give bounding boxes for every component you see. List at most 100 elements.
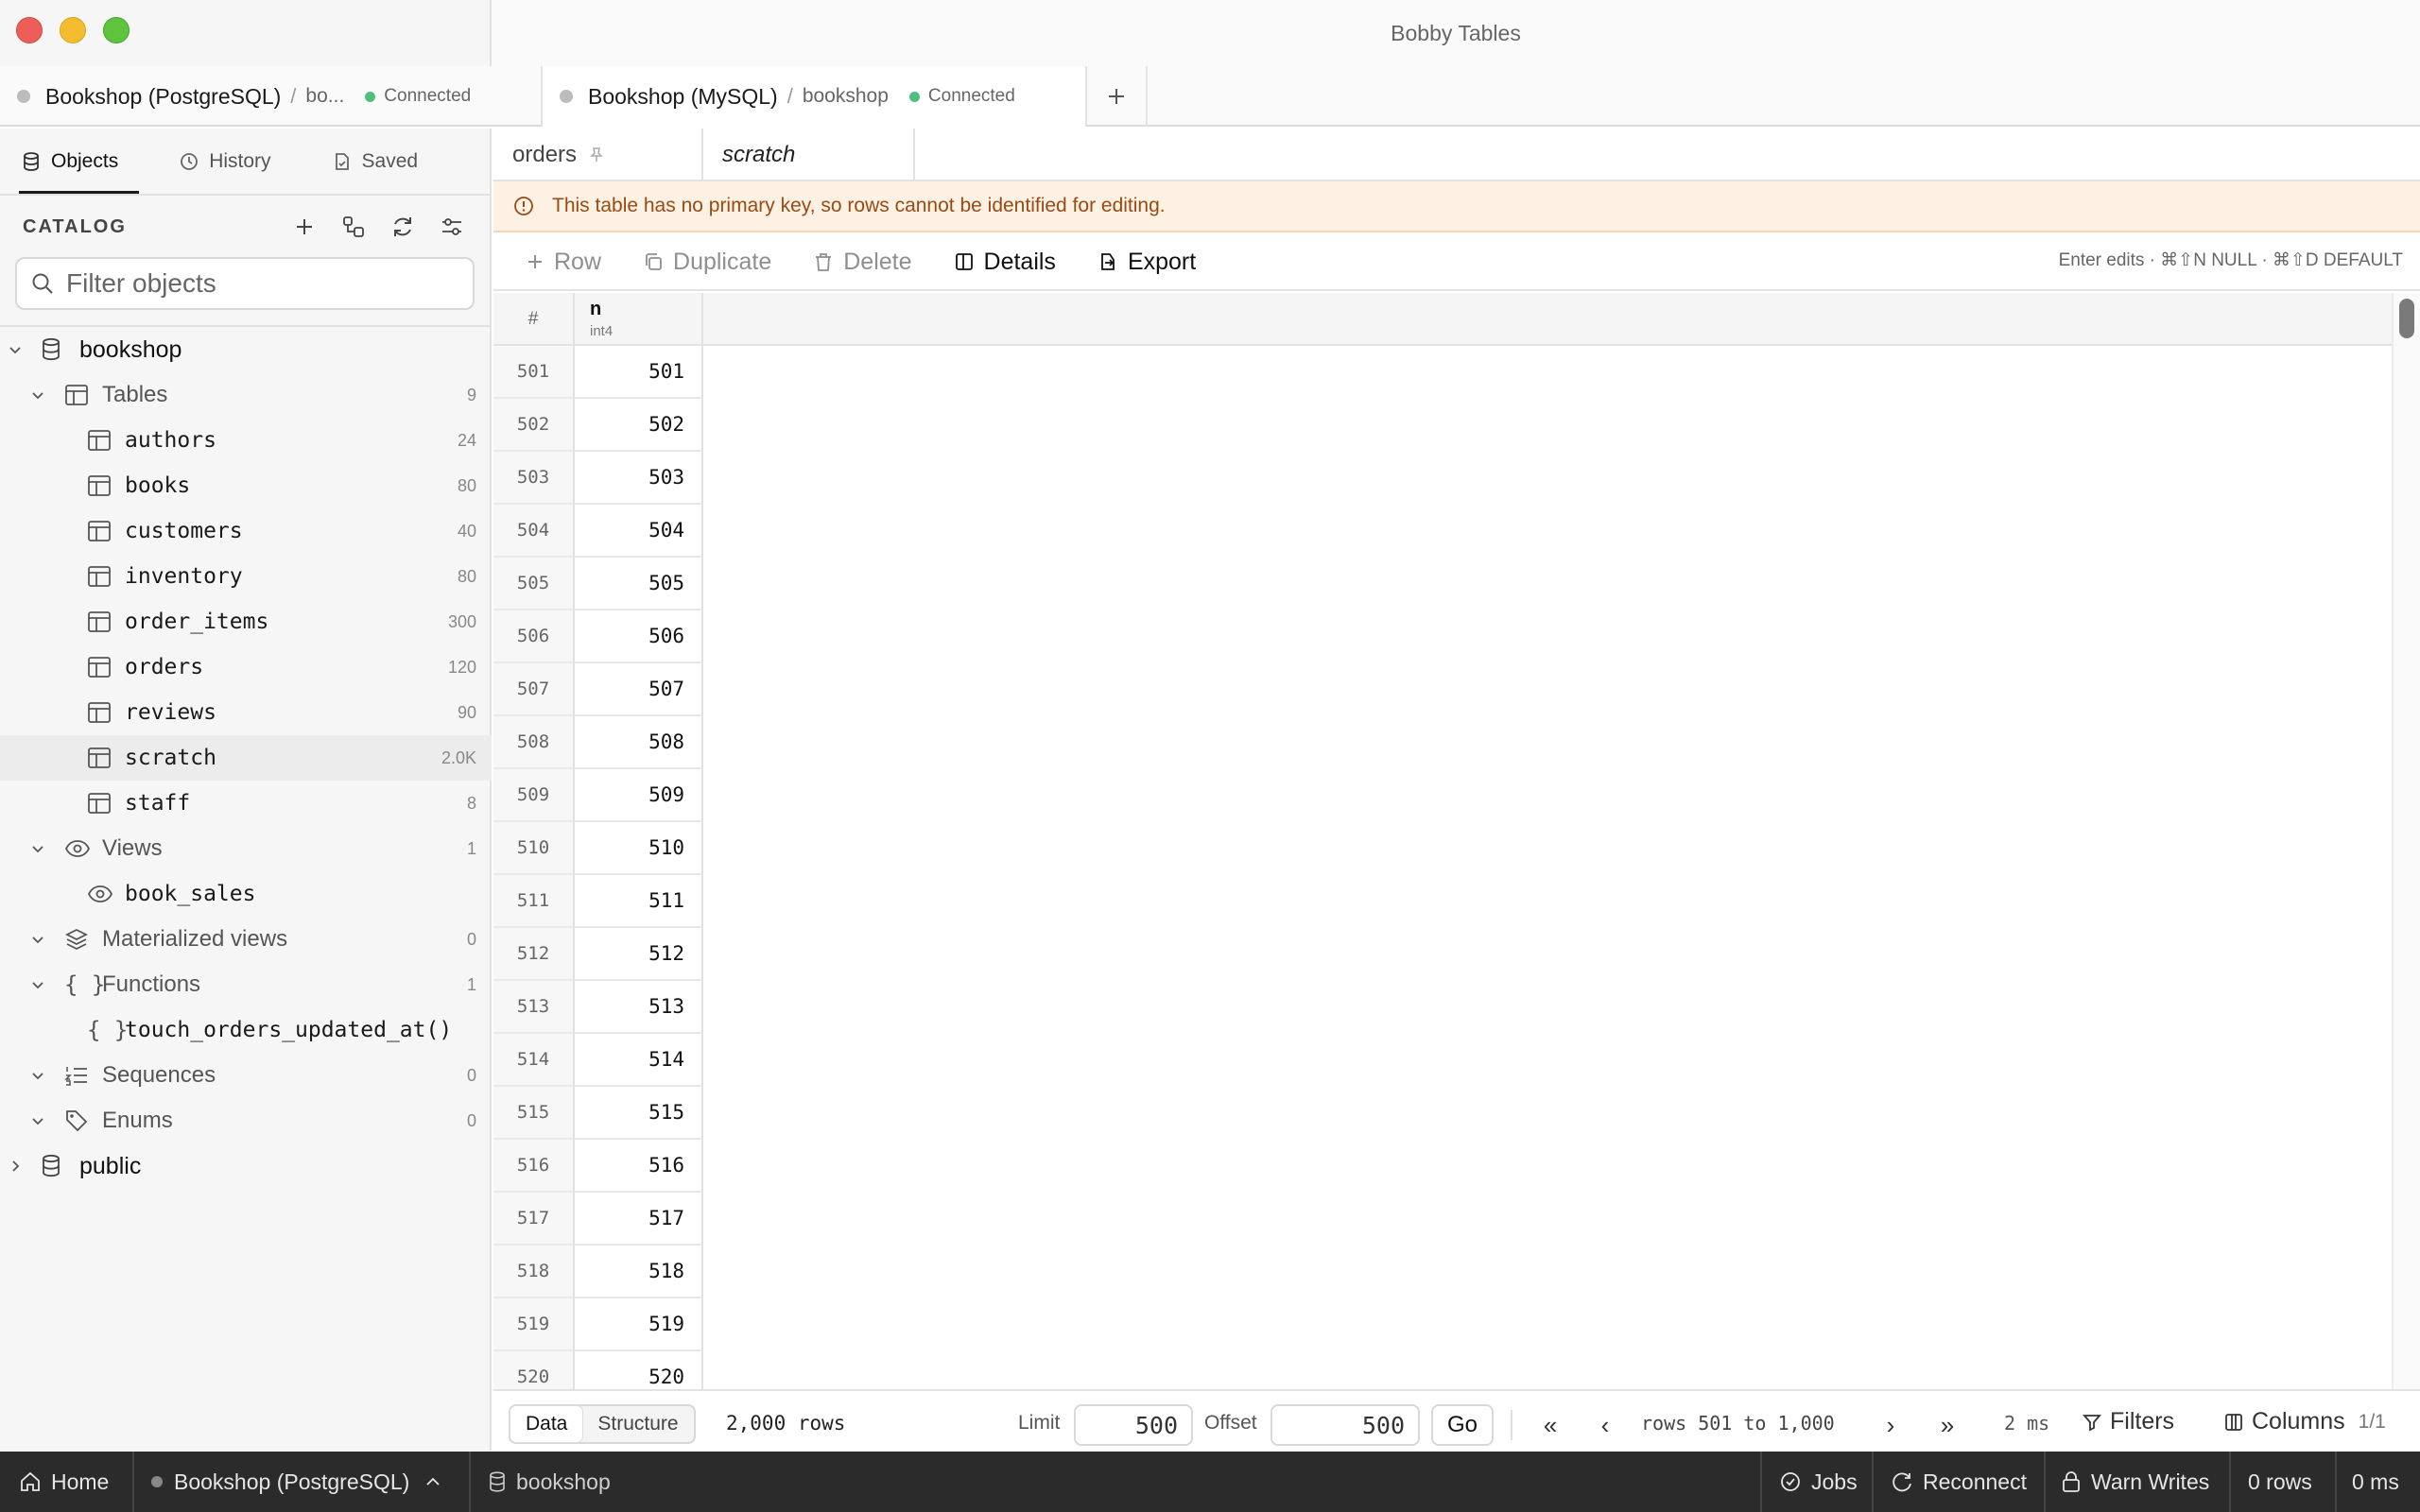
table-row[interactable]: 519 519	[493, 1298, 2392, 1351]
catalog-settings-button[interactable]	[427, 215, 476, 239]
database-indicator[interactable]: bookshop	[488, 1452, 611, 1512]
table-row[interactable]: 520 520	[493, 1351, 2392, 1389]
table-row[interactable]: 517 517	[493, 1193, 2392, 1246]
tree-database-bookshop[interactable]: bookshop	[0, 327, 492, 372]
cell-n[interactable]: 511	[575, 875, 703, 928]
schema-diagram-button[interactable]	[329, 215, 378, 239]
chevron-down-icon[interactable]	[28, 932, 47, 947]
tree-group-enums[interactable]: Enums 0	[0, 1098, 492, 1143]
table-row[interactable]: 512 512	[493, 928, 2392, 981]
tab-saved[interactable]: Saved	[311, 129, 440, 195]
table-row[interactable]: 503 503	[493, 452, 2392, 505]
chevron-down-icon[interactable]	[28, 1113, 47, 1128]
filter-field[interactable]	[15, 257, 475, 310]
chevron-down-icon[interactable]	[28, 1068, 47, 1083]
reconnect-button[interactable]: Reconnect	[1891, 1452, 2027, 1512]
table-row[interactable]: 501 501	[493, 346, 2392, 399]
connection-tab-mysql[interactable]: Bookshop (MySQL) / bookshop Connected	[543, 66, 1087, 127]
table-row[interactable]: 516 516	[493, 1140, 2392, 1193]
pin-icon[interactable]	[588, 146, 605, 163]
chevron-down-icon[interactable]	[28, 841, 47, 856]
tree-function-touch-orders[interactable]: { } touch_orders_updated_at()	[0, 1007, 492, 1053]
cell-n[interactable]: 509	[575, 769, 703, 822]
table-row[interactable]: 518 518	[493, 1246, 2392, 1298]
query-tab-orders[interactable]: orders	[493, 129, 703, 181]
chevron-right-icon[interactable]	[6, 1159, 25, 1174]
cell-n[interactable]: 515	[575, 1087, 703, 1140]
cell-n[interactable]: 519	[575, 1298, 703, 1351]
tree-table-order-items[interactable]: order_items 300	[0, 599, 492, 644]
table-row[interactable]: 511 511	[493, 875, 2392, 928]
close-window-button[interactable]	[16, 17, 43, 43]
last-page-button[interactable]: »	[1930, 1408, 1964, 1442]
cell-n[interactable]: 520	[575, 1351, 703, 1389]
table-row[interactable]: 510 510	[493, 822, 2392, 875]
cell-n[interactable]: 507	[575, 663, 703, 716]
cell-n[interactable]: 508	[575, 716, 703, 769]
delete-button[interactable]: Delete	[813, 249, 912, 276]
table-row[interactable]: 509 509	[493, 769, 2392, 822]
tree-table-authors[interactable]: authors 24	[0, 418, 492, 463]
tree-table-reviews[interactable]: reviews 90	[0, 690, 492, 735]
refresh-button[interactable]	[378, 215, 427, 239]
new-connection-tab-button[interactable]	[1087, 66, 1148, 127]
structure-view-button[interactable]: Structure	[582, 1406, 693, 1442]
tree-view-book-sales[interactable]: book_sales	[0, 871, 492, 917]
chevron-down-icon[interactable]	[6, 342, 25, 357]
connection-switcher[interactable]: Bookshop (PostgreSQL)	[151, 1452, 451, 1512]
go-button[interactable]: Go	[1431, 1404, 1494, 1446]
warn-writes-toggle[interactable]: Warn Writes	[2061, 1452, 2209, 1512]
grid-scrollbar[interactable]	[2392, 293, 2420, 1389]
maximize-window-button[interactable]	[103, 17, 130, 43]
tree-group-tables[interactable]: Tables 9	[0, 372, 492, 418]
tree-table-staff[interactable]: staff 8	[0, 781, 492, 826]
minimize-window-button[interactable]	[60, 17, 86, 43]
query-tab-scratch[interactable]: scratch	[703, 129, 915, 181]
cell-n[interactable]: 516	[575, 1140, 703, 1193]
tree-group-functions[interactable]: { } Functions 1	[0, 962, 492, 1007]
cell-n[interactable]: 505	[575, 558, 703, 610]
tree-table-scratch[interactable]: scratch 2.0K	[0, 735, 492, 781]
tree-table-books[interactable]: books 80	[0, 463, 492, 508]
cell-n[interactable]: 504	[575, 505, 703, 558]
export-button[interactable]: Export	[1098, 249, 1196, 276]
tab-history[interactable]: History	[158, 129, 291, 195]
prev-page-button[interactable]: ‹	[1588, 1408, 1622, 1442]
table-row[interactable]: 502 502	[493, 399, 2392, 452]
tab-objects[interactable]: Objects	[0, 129, 140, 195]
tree-database-public[interactable]: public	[0, 1143, 492, 1189]
cell-n[interactable]: 513	[575, 981, 703, 1034]
data-view-button[interactable]: Data	[510, 1406, 583, 1442]
cell-n[interactable]: 503	[575, 452, 703, 505]
filters-button[interactable]: Filters	[2082, 1408, 2174, 1435]
tree-table-inventory[interactable]: inventory 80	[0, 554, 492, 599]
tree-group-views[interactable]: Views 1	[0, 826, 492, 871]
table-row[interactable]: 506 506	[493, 610, 2392, 663]
add-row-button[interactable]: Row	[526, 249, 601, 276]
columns-button[interactable]: Columns 1/1	[2223, 1408, 2386, 1435]
table-row[interactable]: 515 515	[493, 1087, 2392, 1140]
cell-n[interactable]: 517	[575, 1193, 703, 1246]
first-page-button[interactable]: «	[1533, 1408, 1567, 1442]
connection-tab-postgresql[interactable]: Bookshop (PostgreSQL) / bo... Connected	[0, 66, 543, 129]
table-row[interactable]: 507 507	[493, 663, 2392, 716]
table-row[interactable]: 504 504	[493, 505, 2392, 558]
cell-n[interactable]: 502	[575, 399, 703, 452]
home-button[interactable]: Home	[19, 1452, 109, 1512]
cell-n[interactable]: 512	[575, 928, 703, 981]
tree-group-sequences[interactable]: Sequences 0	[0, 1053, 492, 1098]
table-row[interactable]: 514 514	[493, 1034, 2392, 1087]
table-row[interactable]: 513 513	[493, 981, 2392, 1034]
offset-input[interactable]	[1270, 1404, 1420, 1446]
chevron-down-icon[interactable]	[28, 977, 47, 992]
jobs-button[interactable]: Jobs	[1779, 1452, 1858, 1512]
duplicate-button[interactable]: Duplicate	[643, 249, 771, 276]
column-header-n[interactable]: n int4	[575, 293, 703, 346]
tree-group-materialized-views[interactable]: Materialized views 0	[0, 917, 492, 962]
next-page-button[interactable]: ›	[1874, 1408, 1908, 1442]
table-row[interactable]: 505 505	[493, 558, 2392, 610]
cell-n[interactable]: 501	[575, 346, 703, 399]
add-object-button[interactable]	[280, 215, 329, 238]
limit-input[interactable]	[1074, 1404, 1193, 1446]
details-button[interactable]: Details	[954, 249, 1056, 276]
